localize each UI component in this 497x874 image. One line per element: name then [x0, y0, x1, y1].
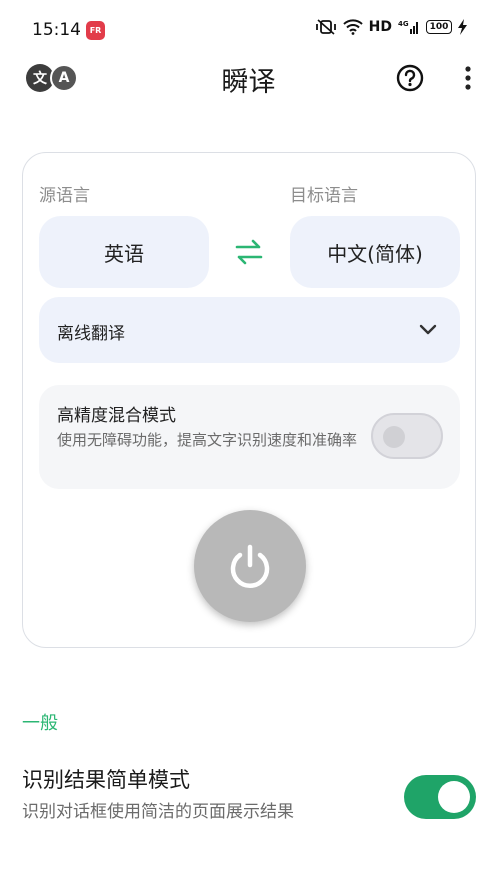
app-notification-icon: FR — [86, 21, 105, 40]
section-title-general: 一般 — [22, 713, 58, 734]
high-precision-description: 使用无障碍功能，提高文字识别速度和准确率 — [57, 431, 358, 449]
translation-mode-value: 离线翻译 — [57, 324, 125, 344]
chevron-down-icon — [419, 324, 437, 335]
network-label: HD — [368, 19, 392, 35]
vibrate-icon — [315, 19, 336, 35]
app-bar: 文 A 瞬译 — [0, 50, 497, 110]
simple-mode-toggle[interactable] — [404, 775, 476, 819]
power-icon — [230, 544, 270, 588]
translation-mode-select[interactable]: 离线翻译 — [39, 297, 460, 363]
target-language-label: 目标语言 — [290, 186, 358, 206]
status-time: 15:14 — [32, 20, 81, 40]
source-language-value: 英语 — [104, 241, 144, 266]
target-language-button[interactable]: 中文(简体) — [290, 216, 460, 288]
battery-icon: 100 — [426, 20, 452, 34]
more-vertical-icon[interactable] — [458, 64, 478, 92]
simple-mode-title: 识别结果简单模式 — [22, 768, 190, 792]
wifi-icon — [342, 19, 363, 35]
toggle-knob — [438, 781, 470, 813]
toggle-knob — [383, 426, 405, 448]
high-precision-setting: 高精度混合模式 使用无障碍功能，提高文字识别速度和准确率 — [39, 385, 460, 489]
charging-icon — [458, 19, 467, 35]
translate-card: 源语言 目标语言 英语 中文(简体) 离线翻译 高精度混合模式 使用无障碍功能，… — [22, 152, 476, 648]
source-language-label: 源语言 — [39, 186, 90, 206]
status-icons: HD 4G 100 — [315, 19, 467, 35]
source-language-button[interactable]: 英语 — [39, 216, 209, 288]
high-precision-title: 高精度混合模式 — [57, 406, 176, 426]
high-precision-toggle[interactable] — [371, 413, 443, 459]
start-translate-button[interactable] — [194, 510, 306, 622]
swap-arrows-icon[interactable] — [231, 237, 267, 267]
signal-icon: 4G — [398, 20, 418, 34]
svg-text:4G: 4G — [398, 20, 409, 28]
simple-mode-description: 识别对话框使用简洁的页面展示结果 — [22, 802, 294, 822]
target-language-value: 中文(简体) — [327, 241, 423, 266]
help-circle-icon[interactable] — [396, 64, 424, 92]
